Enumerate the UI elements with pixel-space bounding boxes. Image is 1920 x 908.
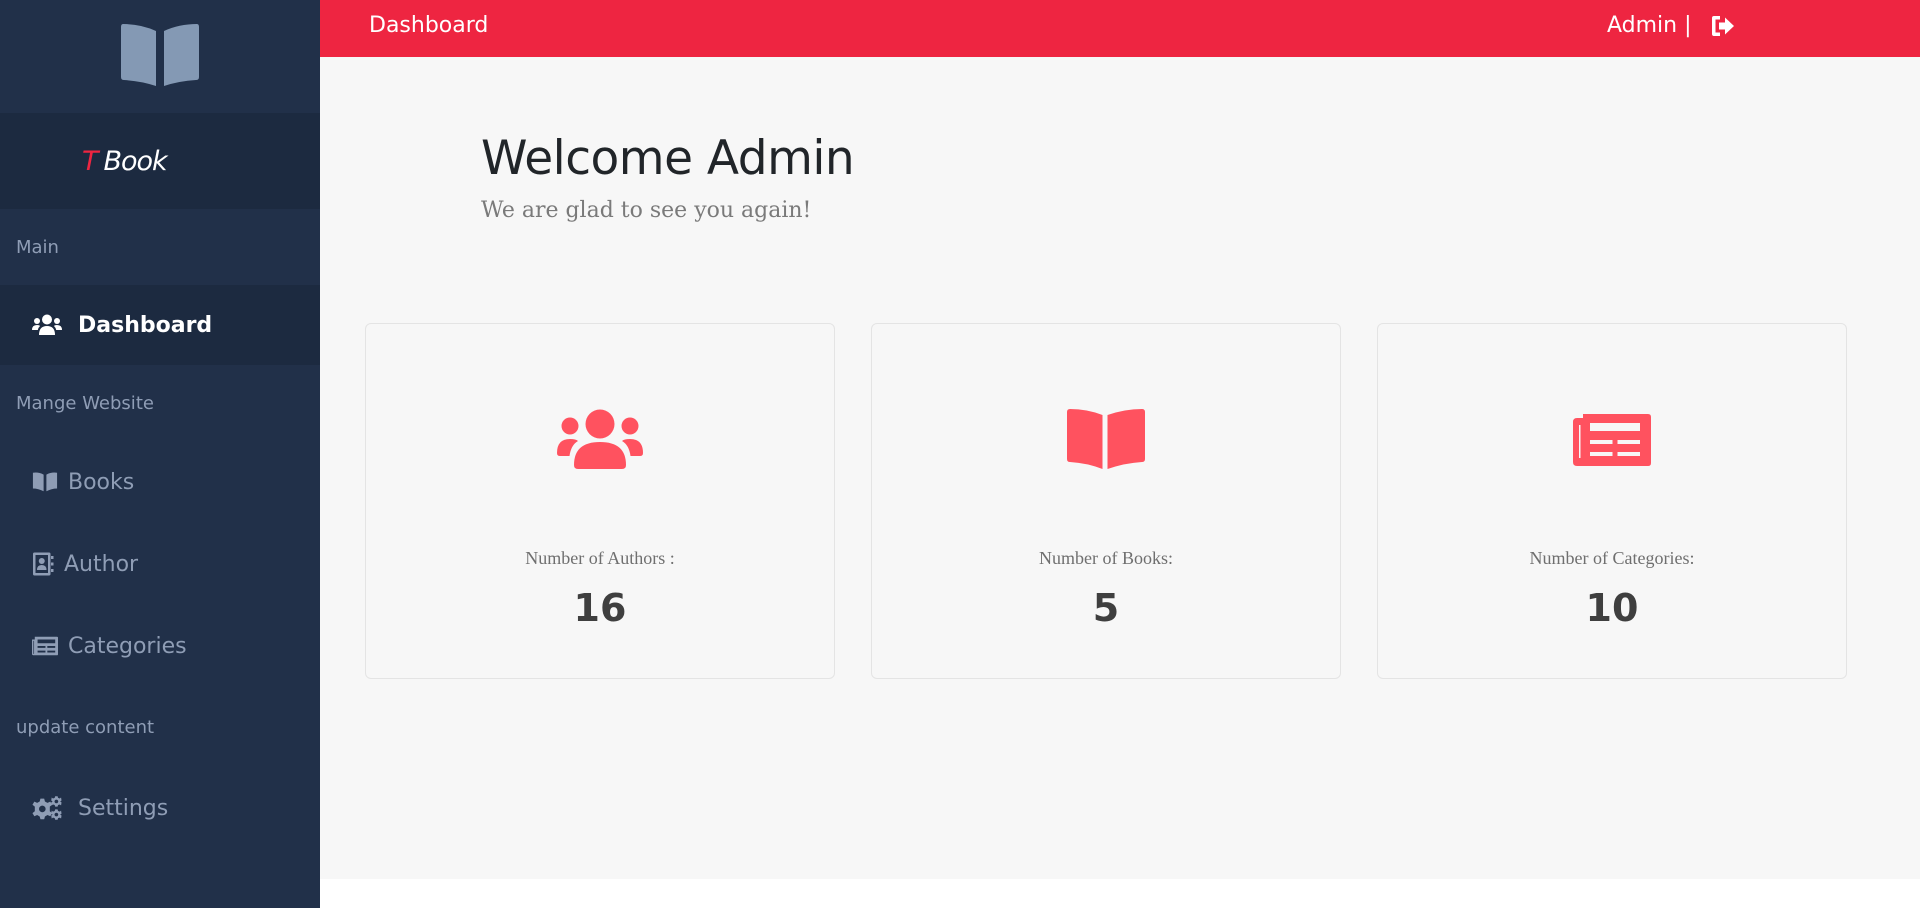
cogs-icon [32,795,62,821]
sidebar-item-label: Dashboard [78,312,213,338]
section-label-update-content: update content [16,716,155,738]
sign-out-icon[interactable] [1711,15,1735,41]
sidebar-item-label: Settings [78,795,169,821]
book-open-icon [872,409,1340,469]
stat-value: 5 [1092,586,1120,630]
stat-value: 16 [573,586,627,630]
users-icon [32,314,62,336]
brand-logo[interactable]: T Book [82,145,168,177]
sidebar-logo [0,0,320,113]
sidebar-item-dashboard[interactable]: Dashboard [0,285,320,365]
section-label-main: Main [16,236,59,258]
main-content: Welcome Admin We are glad to see you aga… [320,57,1920,879]
book-open-icon [119,22,201,92]
user-name: Admin | [1607,13,1692,38]
stat-label: Number of Books: [1039,548,1173,568]
newspaper-icon [32,636,58,656]
stat-card-categories: Number of Categories: 10 [1377,323,1847,679]
stat-value: 10 [1585,586,1639,630]
welcome-section: Welcome Admin We are glad to see you aga… [481,131,855,223]
newspaper-icon [1378,414,1846,466]
stat-label: Number of Categories: [1529,548,1695,568]
welcome-subtitle: We are glad to see you again! [481,198,812,223]
stats-cards: Number of Authors : 16 Number of Books: … [365,323,1847,679]
sidebar-item-books[interactable]: Books [0,441,320,523]
sidebar-item-categories[interactable]: Categories [0,605,320,687]
sidebar-item-label: Books [68,469,135,495]
sidebar-item-label: Author [64,551,139,577]
address-book-icon [32,552,54,576]
stat-card-books: Number of Books: 5 [871,323,1341,679]
sidebar-item-settings[interactable]: Settings [0,767,320,849]
sidebar: T Book Main Dashboard Mange Website Books [0,0,320,908]
stat-label: Number of Authors : [525,548,675,568]
topbar: Dashboard Admin | [320,0,1920,57]
section-label-manage-website: Mange Website [16,392,154,414]
brand-prefix: T [82,145,98,177]
welcome-title: Welcome Admin [481,131,855,186]
sidebar-item-label: Categories [68,633,187,659]
page-title: Dashboard [369,13,489,38]
book-open-icon [32,471,58,493]
sidebar-item-author[interactable]: Author [0,523,320,605]
brand-name: Book [103,145,168,177]
users-icon [366,409,834,469]
stat-card-authors: Number of Authors : 16 [365,323,835,679]
brand-band: T Book [0,113,320,209]
